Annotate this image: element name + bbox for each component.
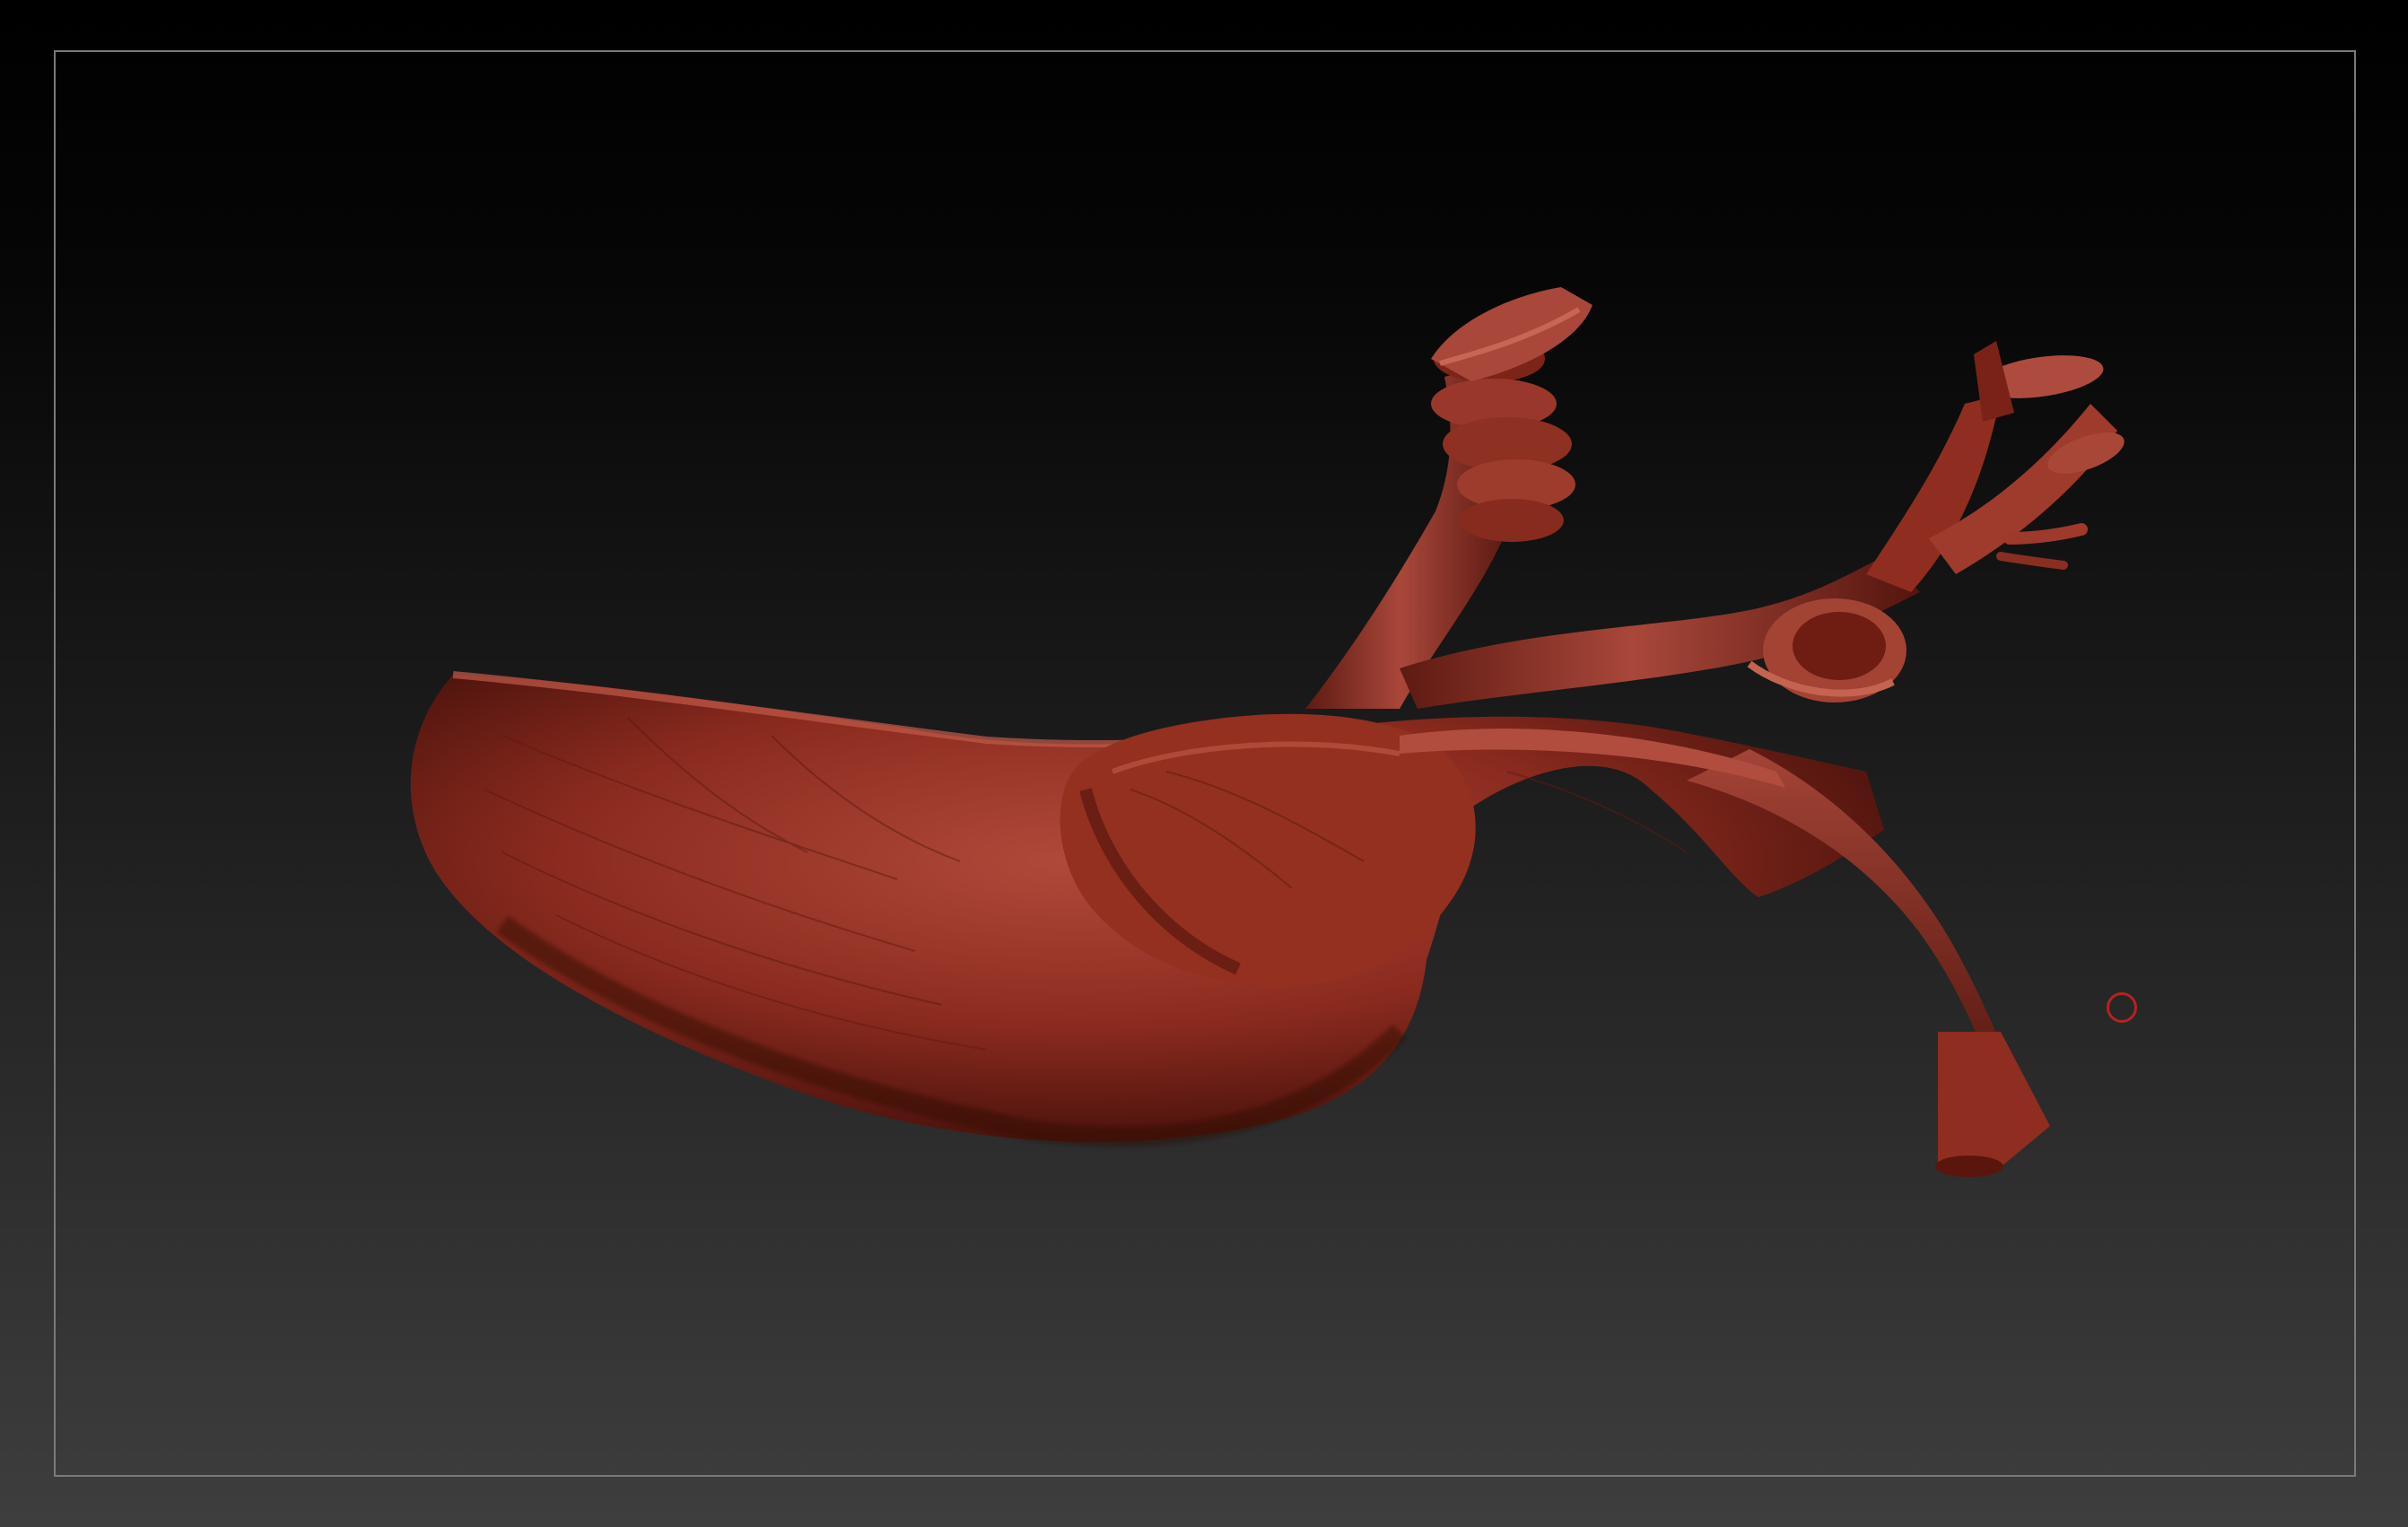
zbrush-canvas-viewport[interactable] (0, 0, 2408, 1527)
brush-cursor-indicator (2107, 992, 2137, 1023)
sculpted-organ-model[interactable] (0, 0, 2408, 1527)
